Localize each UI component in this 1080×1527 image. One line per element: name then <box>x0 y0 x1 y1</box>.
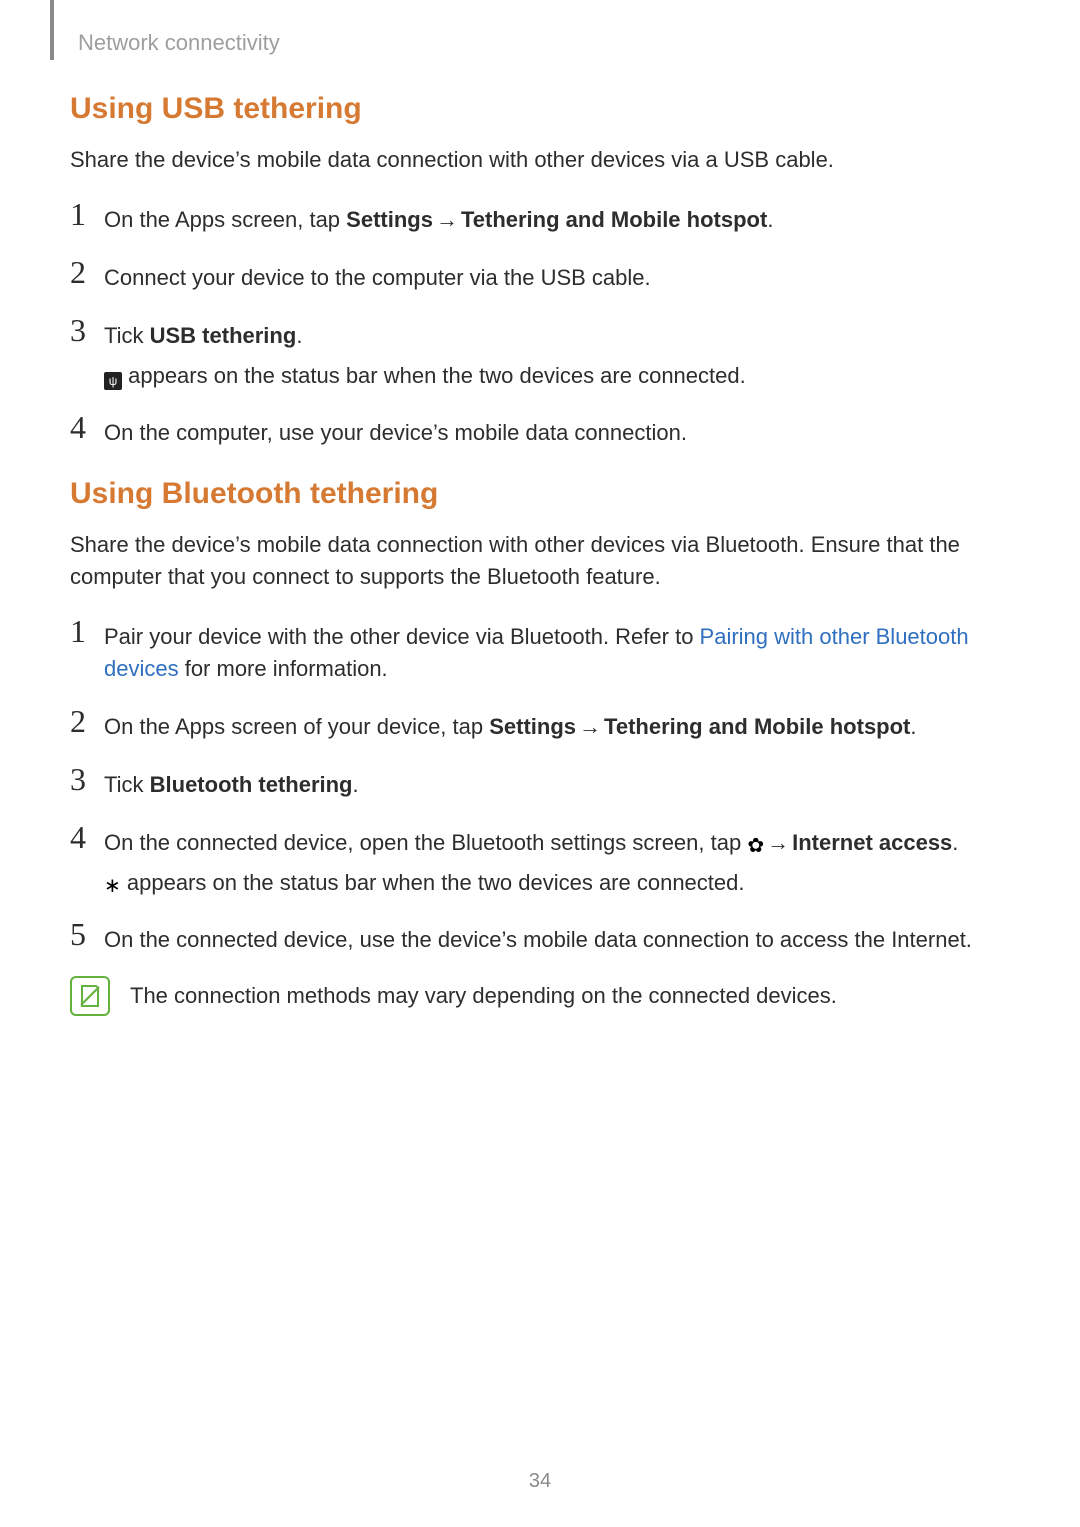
step-number: 1 <box>70 615 104 647</box>
text: for more information. <box>179 656 388 681</box>
list-item: 1 Pair your device with the other device… <box>70 615 1010 685</box>
arrow-icon: → <box>576 711 604 743</box>
note-callout: The connection methods may vary dependin… <box>70 976 1010 1016</box>
step-number: 2 <box>70 705 104 737</box>
text: On the Apps screen of your device, tap <box>104 714 489 739</box>
list-item: 2 On the Apps screen of your device, tap… <box>70 705 1010 743</box>
arrow-icon: → <box>764 827 792 859</box>
text: . <box>353 772 359 797</box>
bold-text: USB tethering <box>150 323 297 348</box>
list-item: 4 On the computer, use your device’s mob… <box>70 411 1010 449</box>
section-bt-intro: Share the device’s mobile data connectio… <box>70 529 1010 593</box>
list-item: 5 On the connected device, use the devic… <box>70 918 1010 956</box>
text: Pair your device with the other device v… <box>104 624 700 649</box>
step-body: On the Apps screen, tap Settings → Tethe… <box>104 198 1010 236</box>
text: On the connected device, open the Blueto… <box>104 830 747 855</box>
gear-icon: ✿ <box>747 836 764 856</box>
note-icon <box>70 976 110 1016</box>
text: appears on the status bar when the two d… <box>122 363 746 388</box>
text: Tick <box>104 323 150 348</box>
bold-text: Bluetooth tethering <box>150 772 353 797</box>
usb-steps-list: 1 On the Apps screen, tap Settings → Tet… <box>70 198 1010 449</box>
step-number: 5 <box>70 918 104 950</box>
bold-text: Internet access <box>792 830 952 855</box>
text: Tick <box>104 772 150 797</box>
list-item: 3 Tick Bluetooth tethering. <box>70 763 1010 801</box>
list-item: 1 On the Apps screen, tap Settings → Tet… <box>70 198 1010 236</box>
usb-tether-icon: ψ <box>104 372 122 390</box>
list-item: 2 Connect your device to the computer vi… <box>70 256 1010 294</box>
step-number: 1 <box>70 198 104 230</box>
step-body: Tick USB tethering. ψ appears on the sta… <box>104 314 1010 392</box>
step-number: 4 <box>70 411 104 443</box>
step-number: 3 <box>70 763 104 795</box>
step-number: 3 <box>70 314 104 346</box>
breadcrumb: Network connectivity <box>78 30 1010 56</box>
note-text: The connection methods may vary dependin… <box>130 983 837 1009</box>
arrow-icon: → <box>433 204 461 236</box>
text: . <box>910 714 916 739</box>
step-subtext: ∗ appears on the status bar when the two… <box>104 867 1010 899</box>
step-number: 4 <box>70 821 104 853</box>
text: . <box>296 323 302 348</box>
text: . <box>767 207 773 232</box>
bold-text: Settings <box>346 207 433 232</box>
text: appears on the status bar when the two d… <box>121 870 745 895</box>
bold-text: Settings <box>489 714 576 739</box>
page-number: 34 <box>0 1470 1080 1493</box>
bluetooth-tether-icon: ∗ <box>104 876 121 896</box>
step-number: 2 <box>70 256 104 288</box>
step-body: Pair your device with the other device v… <box>104 615 1010 685</box>
step-body: On the connected device, use the device’… <box>104 918 1010 956</box>
step-subtext: ψ appears on the status bar when the two… <box>104 360 1010 392</box>
section-heading-usb: Using USB tethering <box>70 92 1010 126</box>
text: . <box>952 830 958 855</box>
step-body: On the Apps screen of your device, tap S… <box>104 705 1010 743</box>
bt-steps-list: 1 Pair your device with the other device… <box>70 615 1010 956</box>
bold-text: Tethering and Mobile hotspot <box>604 714 910 739</box>
step-body: On the computer, use your device’s mobil… <box>104 411 1010 449</box>
page-corner-mark <box>50 0 54 60</box>
section-usb-intro: Share the device’s mobile data connectio… <box>70 144 1010 176</box>
step-body: Connect your device to the computer via … <box>104 256 1010 294</box>
text: On the Apps screen, tap <box>104 207 346 232</box>
step-body: On the connected device, open the Blueto… <box>104 821 1010 899</box>
step-body: Tick Bluetooth tethering. <box>104 763 1010 801</box>
list-item: 3 Tick USB tethering. ψ appears on the s… <box>70 314 1010 392</box>
section-heading-bluetooth: Using Bluetooth tethering <box>70 477 1010 511</box>
list-item: 4 On the connected device, open the Blue… <box>70 821 1010 899</box>
bold-text: Tethering and Mobile hotspot <box>461 207 767 232</box>
document-page: Network connectivity Using USB tethering… <box>0 0 1080 1527</box>
